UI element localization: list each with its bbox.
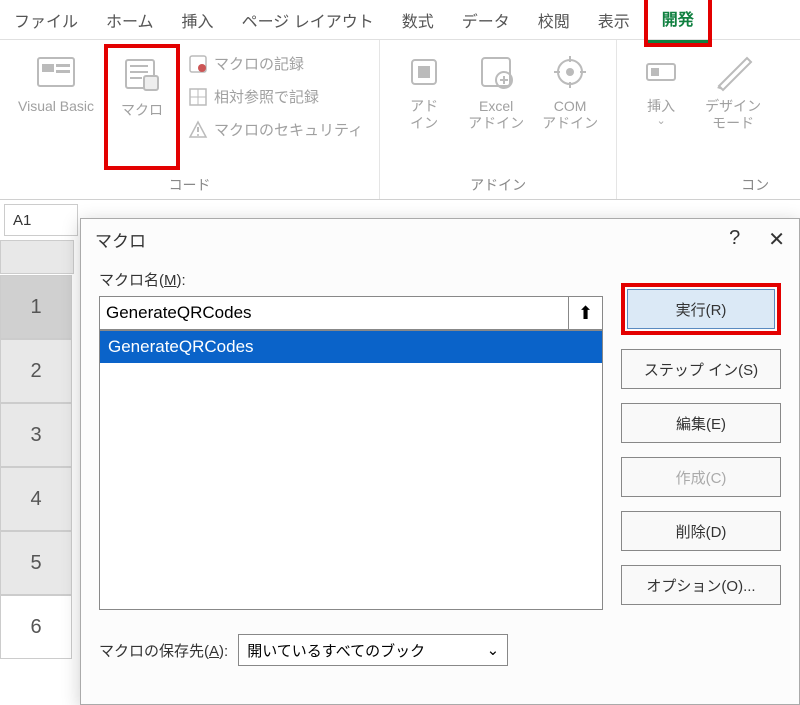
- name-box[interactable]: A1: [4, 204, 78, 236]
- insert-control-button[interactable]: 挿入 ⌄: [627, 44, 695, 162]
- row-header-5[interactable]: 5: [0, 531, 72, 595]
- group-code-label: コード: [169, 171, 211, 197]
- tab-formula[interactable]: 数式: [388, 0, 448, 42]
- row-header-3[interactable]: 3: [0, 403, 72, 467]
- row-header-6[interactable]: 6: [0, 595, 72, 659]
- chevron-down-icon: ⌄: [657, 115, 666, 128]
- tab-pagelayout[interactable]: ページ レイアウト: [228, 0, 388, 42]
- addin-button[interactable]: アド イン: [390, 44, 458, 162]
- macro-list[interactable]: GenerateQRCodes: [99, 330, 603, 610]
- addin-label: アド イン: [410, 98, 438, 132]
- record-macro-button[interactable]: マクロの記録: [182, 50, 369, 77]
- macro-name-input[interactable]: [99, 296, 569, 330]
- tab-home[interactable]: ホーム: [92, 0, 168, 42]
- com-addin-label: COM アドイン: [542, 98, 598, 132]
- insert-control-label: 挿入: [647, 98, 675, 115]
- excel-addin-button[interactable]: Excel アドイン: [460, 44, 532, 162]
- group-addins-label: アドイン: [470, 171, 526, 197]
- tab-insert[interactable]: 挿入: [168, 0, 228, 42]
- dialog-title: マクロ: [95, 227, 146, 252]
- design-mode-label: デザイン モード: [705, 98, 761, 132]
- macros-label: マクロ: [121, 102, 163, 119]
- ribbon-group-controls: 挿入 ⌄ デザイン モード コン: [617, 40, 779, 199]
- select-all-corner[interactable]: [0, 240, 74, 274]
- relative-ref-button[interactable]: 相対参照で記録: [182, 83, 369, 110]
- reference-edit-button[interactable]: ⬆: [569, 296, 603, 330]
- dialog-titlebar[interactable]: マクロ ? ✕: [81, 219, 799, 259]
- tab-view[interactable]: 表示: [584, 0, 644, 42]
- relative-ref-label: 相対参照で記録: [214, 86, 319, 107]
- record-macro-label: マクロの記録: [214, 53, 304, 74]
- macro-dialog: マクロ ? ✕ マクロ名(M): ⬆ GenerateQRCodes マクロの保…: [80, 218, 800, 705]
- step-in-button[interactable]: ステップ イン(S): [621, 349, 781, 389]
- save-location-select[interactable]: 開いているすべてのブック ⌄: [238, 634, 508, 666]
- com-addin-button[interactable]: COM アドイン: [534, 44, 606, 162]
- ribbon-group-code: Visual Basic マクロ マクロの記録 相対参照で記録: [0, 40, 380, 199]
- up-arrow-icon: ⬆: [578, 303, 593, 324]
- tab-file[interactable]: ファイル: [0, 0, 92, 42]
- close-button[interactable]: ✕: [768, 227, 785, 252]
- macro-name-label: マクロ名(M):: [99, 269, 603, 290]
- chevron-down-icon: ⌄: [487, 641, 500, 659]
- row-header-4[interactable]: 4: [0, 467, 72, 531]
- help-button[interactable]: ?: [729, 227, 740, 252]
- macro-list-item[interactable]: GenerateQRCodes: [100, 331, 602, 363]
- save-location-value: 開いているすべてのブック: [247, 640, 425, 661]
- ribbon-group-addins: アド イン Excel アドイン COM アドイン アドイン: [380, 40, 617, 199]
- ribbon-content: Visual Basic マクロ マクロの記録 相対参照で記録: [0, 40, 800, 200]
- visual-basic-label: Visual Basic: [18, 98, 94, 115]
- tab-review[interactable]: 校閲: [524, 0, 584, 42]
- tab-data[interactable]: データ: [448, 0, 524, 42]
- save-location-label: マクロの保存先(A):: [99, 640, 228, 661]
- create-button[interactable]: 作成(C): [621, 457, 781, 497]
- macro-security-label: マクロのセキュリティ: [214, 119, 363, 140]
- macros-button[interactable]: マクロ: [108, 48, 176, 166]
- macro-security-button[interactable]: マクロのセキュリティ: [182, 116, 369, 143]
- group-controls-label: コン: [741, 171, 769, 197]
- edit-button[interactable]: 編集(E): [621, 403, 781, 443]
- run-button[interactable]: 実行(R): [627, 289, 775, 329]
- tab-developer[interactable]: 開発: [648, 0, 708, 43]
- options-button[interactable]: オプション(O)...: [621, 565, 781, 605]
- design-mode-button[interactable]: デザイン モード: [697, 44, 769, 162]
- visual-basic-button[interactable]: Visual Basic: [10, 44, 102, 162]
- row-header-1[interactable]: 1: [0, 275, 72, 339]
- delete-button[interactable]: 削除(D): [621, 511, 781, 551]
- excel-addin-label: Excel アドイン: [468, 98, 524, 132]
- ribbon-tabs: ファイル ホーム 挿入 ページ レイアウト 数式 データ 校閲 表示 開発: [0, 0, 800, 40]
- row-header-2[interactable]: 2: [0, 339, 72, 403]
